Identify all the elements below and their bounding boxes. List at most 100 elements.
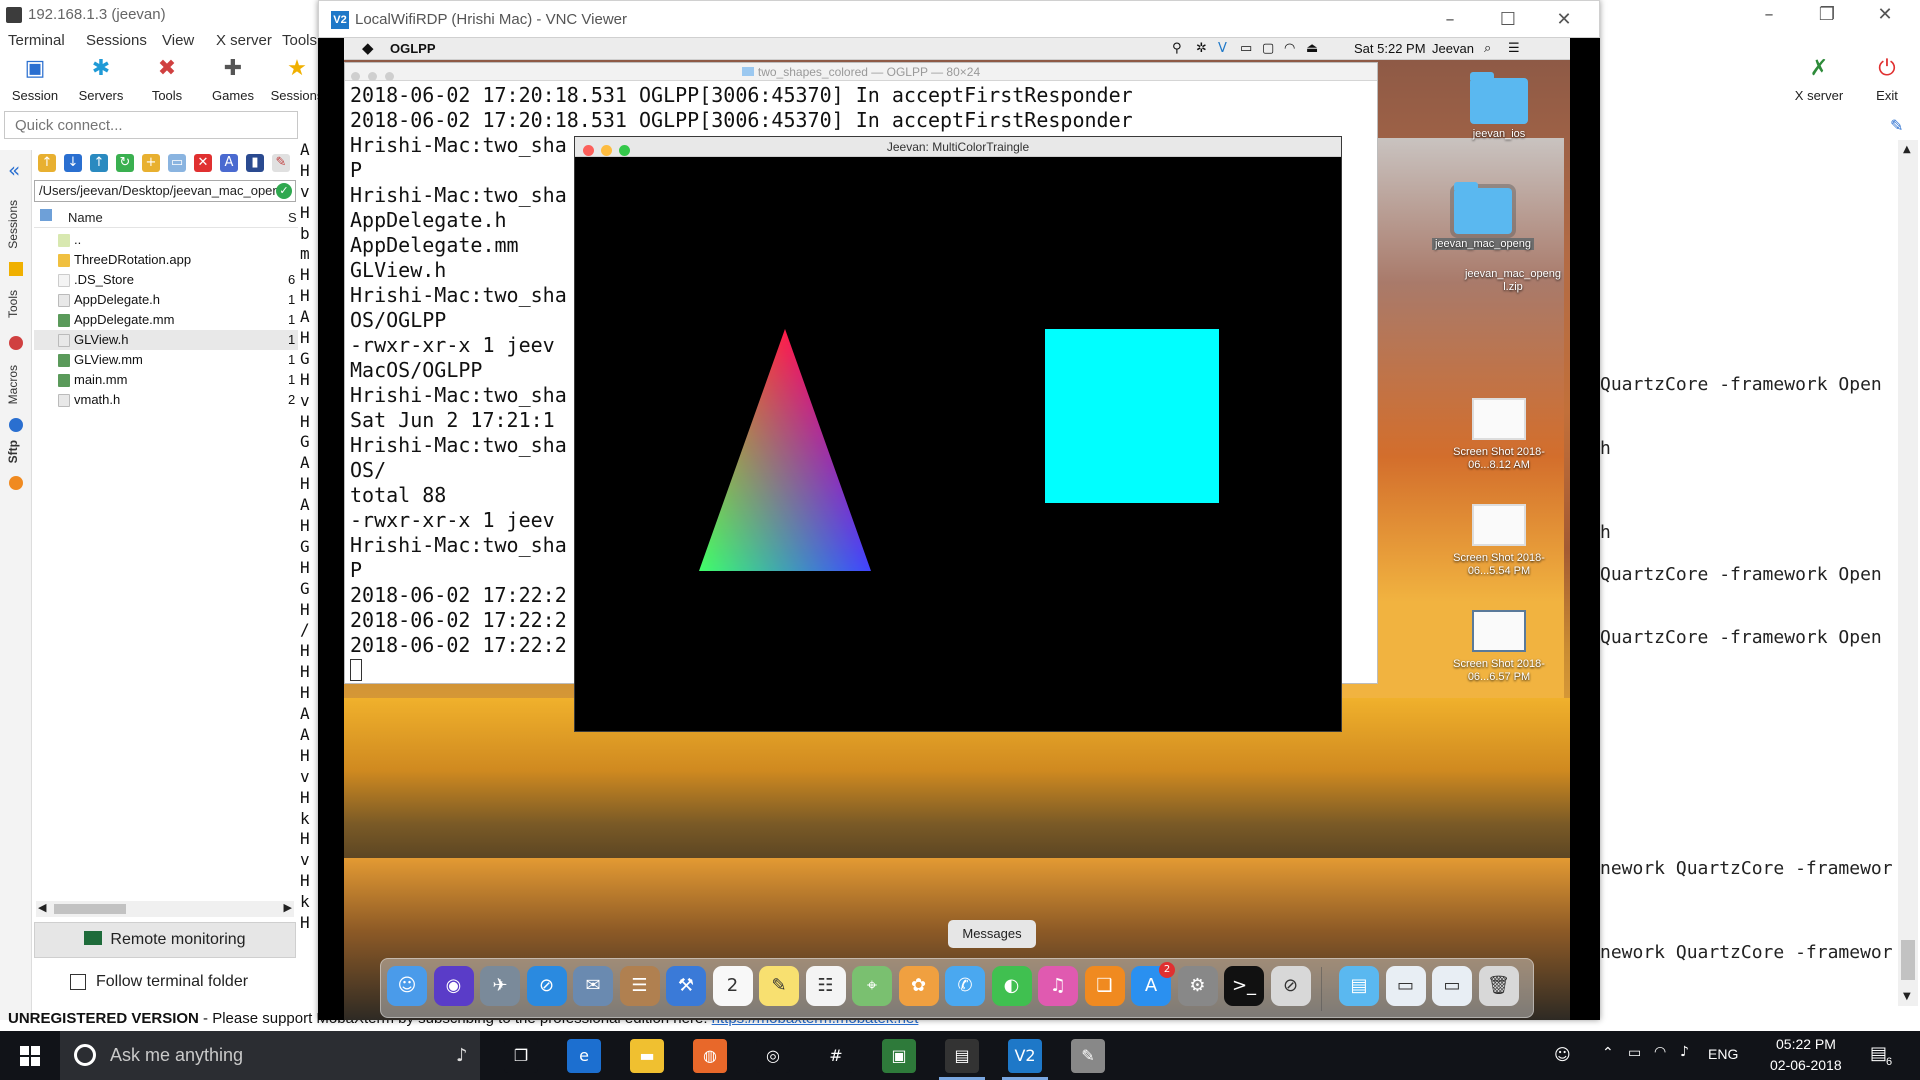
games-button[interactable]: ✚ Games <box>202 54 264 106</box>
column-size[interactable]: S <box>288 210 297 225</box>
exit-button[interactable]: ⏻ Exit <box>1852 54 1920 106</box>
terminal-strip[interactable]: A Hv Hb m H H A H G Hv H G A H A H G H G H / H H H A A Hv Hk Hv Hk H <box>300 140 320 1020</box>
tools-button[interactable]: ✖ Tools <box>136 54 198 106</box>
scroll-down-icon[interactable]: ▼ <box>1903 991 1911 1002</box>
desktop-icon-screenshot[interactable]: Screen Shot 2018-06...5.54 PM <box>1444 504 1554 578</box>
attachment-clip-icon[interactable]: ✎ <box>1890 116 1903 135</box>
language-indicator[interactable]: ENG <box>1708 1046 1738 1062</box>
menu-view[interactable]: View <box>162 32 194 49</box>
dock-app-store-icon[interactable]: A2 <box>1131 962 1175 1006</box>
dock-mail-icon[interactable]: ✉ <box>573 966 613 1006</box>
window-icon[interactable]: ▢ <box>1262 41 1274 56</box>
taskbar-paint-icon[interactable]: ✎ <box>1071 1039 1105 1073</box>
quick-connect-input[interactable] <box>4 111 298 139</box>
dock-contacts-icon[interactable]: ☰ <box>619 966 660 1006</box>
sftp-download-icon[interactable]: ↓ <box>64 154 82 172</box>
tab-sessions[interactable]: Sessions <box>6 200 26 249</box>
sftp-rename-icon[interactable]: A <box>220 154 238 172</box>
vnc-maximize-button[interactable]: ☐ <box>1485 7 1531 33</box>
checkbox-icon[interactable] <box>70 974 86 990</box>
dock-facetime-icon[interactable]: ◐ <box>991 966 1032 1006</box>
taskbar-mobaxterm-icon[interactable]: ▤ <box>939 1039 985 1080</box>
gl-window[interactable]: Jeevan: MultiColorTraingle <box>574 136 1342 732</box>
terminal-vertical-scrollbar[interactable]: ▲ ▼ <box>1898 140 1918 1006</box>
servers-button[interactable]: ✱ Servers <box>70 54 132 106</box>
session-button[interactable]: ▣ Session <box>4 54 66 106</box>
scroll-up-icon[interactable]: ▲ <box>1903 144 1911 155</box>
sftp-permissions-icon[interactable]: ▮ <box>246 154 264 172</box>
file-row[interactable]: .DS_Store 6 <box>34 270 298 290</box>
dock-xcode-icon[interactable]: ⚒ <box>666 966 706 1006</box>
dock-no-entry-icon[interactable]: ⊘ <box>1270 966 1311 1006</box>
taskbar-chrome-like-icon[interactable]: ◎ <box>756 1039 790 1073</box>
battery-icon[interactable]: ▭ <box>1628 1045 1641 1061</box>
desktop-icon-zip[interactable]: jeevan_mac_openg l.zip <box>1458 268 1568 294</box>
taskbar-task-view-icon[interactable]: ❐ <box>504 1039 538 1073</box>
file-row[interactable]: AppDelegate.h 1 <box>34 290 298 310</box>
sftp-edit-icon[interactable]: ✎ <box>272 154 290 172</box>
dock-downloads-folder-icon[interactable]: ▤ <box>1339 966 1379 1006</box>
menu-x-server[interactable]: X server <box>216 32 272 49</box>
notification-center-icon[interactable]: ☰ <box>1508 41 1520 56</box>
tab-tools[interactable]: Tools <box>6 290 26 318</box>
dock-notes-icon[interactable]: ✎ <box>759 966 799 1006</box>
tab-macros[interactable]: Macros <box>6 365 26 404</box>
taskbar-file-explorer-icon[interactable]: ▬ <box>630 1039 664 1073</box>
clock-time[interactable]: 05:22 PM <box>1776 1036 1836 1052</box>
dock-reminders-icon[interactable]: ☷ <box>805 966 846 1006</box>
menu-terminal[interactable]: Terminal <box>8 32 65 49</box>
desktop-icon-folder[interactable]: jeevan_mac_openg <box>1428 182 1538 251</box>
vnc-close-button[interactable]: ✕ <box>1541 7 1587 33</box>
collapse-sidebar-icon[interactable]: « <box>8 158 20 182</box>
desktop-icon-folder[interactable]: jeevan_ios <box>1444 72 1554 141</box>
apple-menu-icon[interactable]: ◆ <box>362 39 374 57</box>
wifi-icon[interactable]: ◠ <box>1654 1044 1666 1060</box>
dock-system-preferences-icon[interactable]: ⚙ <box>1177 966 1218 1006</box>
dock-terminal-icon[interactable]: >_ <box>1224 966 1264 1006</box>
scrollbar-thumb[interactable] <box>54 904 126 914</box>
taskbar-firefox-icon[interactable]: ◍ <box>693 1039 727 1073</box>
dock-ibooks-icon[interactable]: ❑ <box>1084 966 1125 1006</box>
remote-monitoring-button[interactable]: Remote monitoring <box>34 922 296 958</box>
file-row[interactable]: GLView.mm 1 <box>34 350 298 370</box>
scroll-right-icon[interactable]: ▶ <box>284 901 292 914</box>
menu-extra-icon-2[interactable]: ✲ <box>1196 41 1207 56</box>
desktop-icon-screenshot[interactable]: Screen Shot 2018-06...6.57 PM <box>1444 610 1554 684</box>
maximize-button[interactable]: ❐ <box>1804 2 1850 28</box>
dock-stack-2-icon[interactable]: ▭ <box>1432 966 1472 1006</box>
mac-user[interactable]: Jeevan <box>1432 41 1474 56</box>
sftp-horizontal-scrollbar[interactable]: ◀ ▶ <box>36 901 294 917</box>
start-button[interactable] <box>0 1031 60 1080</box>
minimize-button[interactable]: – <box>1746 2 1792 28</box>
people-icon[interactable]: ☺ <box>1554 1045 1571 1064</box>
right-terminal-text[interactable]: QuartzCore -framework Open h h QuartzCor… <box>1600 140 1900 1000</box>
taskbar-edge-icon[interactable]: e <box>567 1039 601 1073</box>
sftp-upload-icon[interactable]: ↑ <box>90 154 108 172</box>
screen-mirror-icon[interactable]: ▭ <box>1240 41 1252 56</box>
eject-icon[interactable]: ⏏ <box>1306 41 1318 56</box>
dock-messages-icon[interactable]: ✆ <box>945 966 985 1006</box>
taskbar-search[interactable]: Ask me anything ♪ <box>60 1031 480 1080</box>
dock-trash-icon[interactable]: 🗑 <box>1478 966 1519 1006</box>
mac-clock[interactable]: Sat 5:22 PM <box>1354 41 1426 56</box>
desktop-icon-screenshot[interactable]: Screen Shot 2018-06...8.12 AM <box>1444 398 1554 472</box>
action-center-icon[interactable]: ▤ <box>1870 1043 1887 1064</box>
dock-itunes-icon[interactable]: ♫ <box>1038 966 1078 1006</box>
taskbar-vnc-viewer-icon[interactable]: V2 <box>1002 1039 1048 1080</box>
mac-app-menu[interactable]: OGLPP <box>390 41 436 56</box>
clock-date[interactable]: 02-06-2018 <box>1770 1057 1842 1073</box>
tab-sftp[interactable]: Sftp <box>6 440 26 463</box>
scrollbar-thumb[interactable] <box>1901 940 1915 980</box>
scroll-left-icon[interactable]: ◀ <box>38 901 46 914</box>
dock-safari-icon[interactable]: ⊘ <box>526 966 567 1006</box>
wifi-icon[interactable]: ◠ <box>1284 41 1295 56</box>
volume-muted-icon[interactable]: ♪ <box>1680 1044 1689 1060</box>
file-row[interactable]: .. <box>34 230 298 250</box>
dock-finder-icon[interactable]: ☺ <box>387 966 427 1006</box>
sftp-new-folder-icon[interactable]: + <box>142 154 160 172</box>
sftp-up-folder-icon[interactable]: ↑ <box>38 154 56 172</box>
microphone-icon[interactable]: ♪ <box>456 1045 468 1066</box>
sftp-refresh-icon[interactable]: ↻ <box>116 154 134 172</box>
follow-terminal-folder-checkbox[interactable]: Follow terminal folder <box>70 973 248 991</box>
dock-maps-icon[interactable]: ⌖ <box>852 966 892 1006</box>
